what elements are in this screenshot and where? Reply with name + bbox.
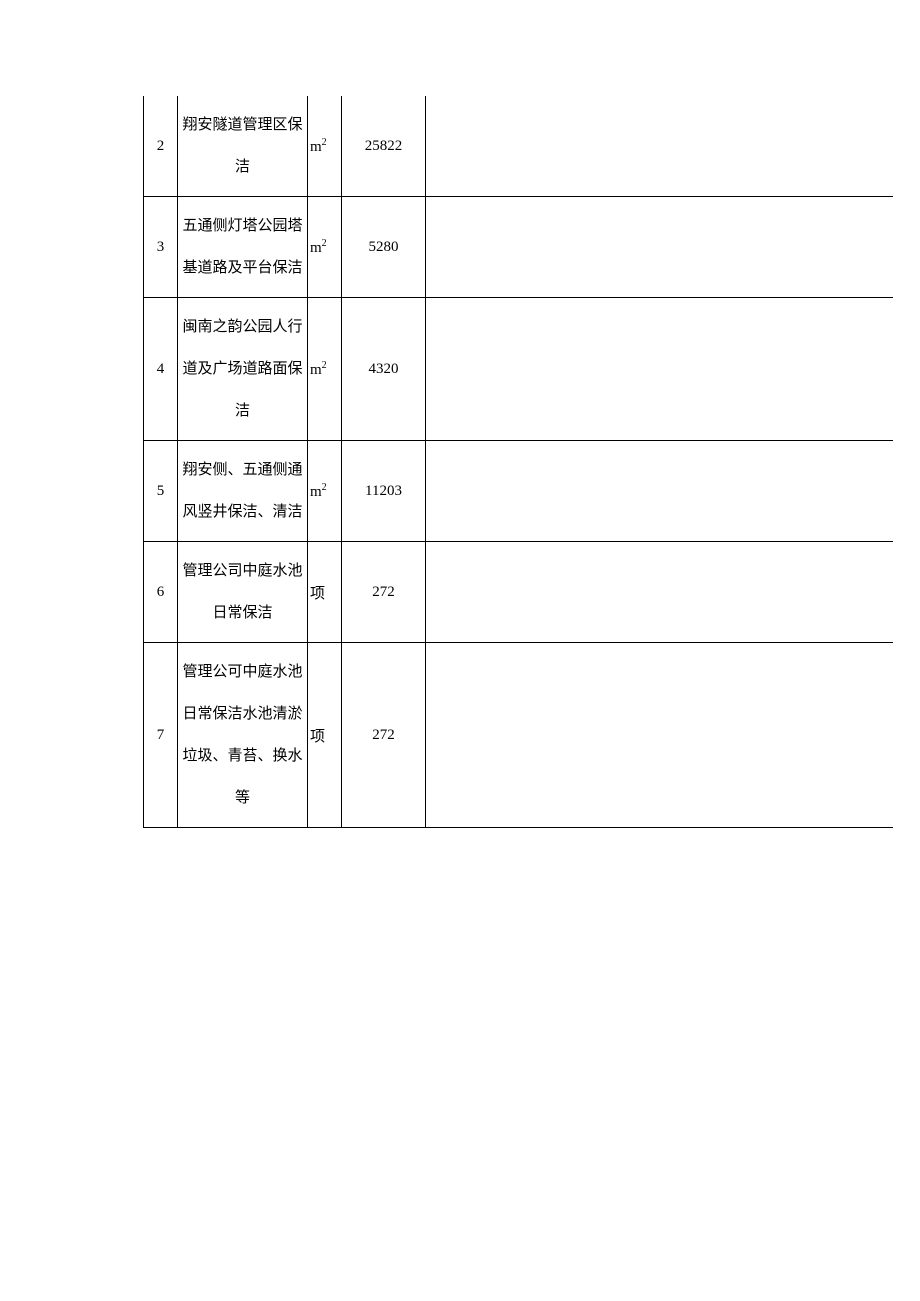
cell-unit: 项	[308, 643, 342, 828]
cell-blank	[426, 441, 893, 542]
table-container: 2 翔安隧道管理区保洁 m2 25822 3 五通侧灯塔公园塔基道路及平台保洁 …	[143, 96, 893, 828]
cell-unit: m2	[308, 298, 342, 441]
table-row: 7 管理公可中庭水池日常保洁水池清淤垃圾、青苔、换水等 项 272	[144, 643, 893, 828]
cell-unit: m2	[308, 441, 342, 542]
unit-m-base: m	[310, 484, 322, 500]
table-row: 6 管理公司中庭水池日常保洁 项 272	[144, 542, 893, 643]
cell-index: 5	[144, 441, 178, 542]
cell-index: 2	[144, 96, 178, 197]
table-row: 2 翔安隧道管理区保洁 m2 25822	[144, 96, 893, 197]
cell-blank	[426, 197, 893, 298]
cell-unit: m2	[308, 96, 342, 197]
cell-index: 7	[144, 643, 178, 828]
unit-m-sup: 2	[322, 360, 327, 371]
cell-name: 闽南之韵公园人行道及广场道路面保洁	[178, 298, 308, 441]
cell-quantity: 25822	[342, 96, 426, 197]
cell-quantity: 272	[342, 643, 426, 828]
table-row: 4 闽南之韵公园人行道及广场道路面保洁 m2 4320	[144, 298, 893, 441]
unit-m-sup: 2	[322, 238, 327, 249]
cell-index: 6	[144, 542, 178, 643]
table-row: 5 翔安侧、五通侧通风竖井保洁、清洁 m2 11203	[144, 441, 893, 542]
table-row: 3 五通侧灯塔公园塔基道路及平台保洁 m2 5280	[144, 197, 893, 298]
table-body: 2 翔安隧道管理区保洁 m2 25822 3 五通侧灯塔公园塔基道路及平台保洁 …	[144, 96, 893, 828]
cell-unit: 项	[308, 542, 342, 643]
cell-quantity: 4320	[342, 298, 426, 441]
unit-m-sup: 2	[322, 482, 327, 493]
unit-m-base: m	[310, 139, 322, 155]
cell-index: 3	[144, 197, 178, 298]
cell-name: 五通侧灯塔公园塔基道路及平台保洁	[178, 197, 308, 298]
unit-m-sup: 2	[322, 137, 327, 148]
cell-quantity: 272	[342, 542, 426, 643]
cell-blank	[426, 298, 893, 441]
cell-quantity: 5280	[342, 197, 426, 298]
cleaning-services-table: 2 翔安隧道管理区保洁 m2 25822 3 五通侧灯塔公园塔基道路及平台保洁 …	[143, 96, 893, 828]
cell-blank	[426, 643, 893, 828]
cell-name: 翔安侧、五通侧通风竖井保洁、清洁	[178, 441, 308, 542]
cell-quantity: 11203	[342, 441, 426, 542]
cell-name: 管理公司中庭水池日常保洁	[178, 542, 308, 643]
cell-blank	[426, 542, 893, 643]
cell-unit: m2	[308, 197, 342, 298]
unit-m-base: m	[310, 362, 322, 378]
unit-m-base: m	[310, 240, 322, 256]
cell-name: 翔安隧道管理区保洁	[178, 96, 308, 197]
cell-name: 管理公可中庭水池日常保洁水池清淤垃圾、青苔、换水等	[178, 643, 308, 828]
cell-blank	[426, 96, 893, 197]
cell-index: 4	[144, 298, 178, 441]
